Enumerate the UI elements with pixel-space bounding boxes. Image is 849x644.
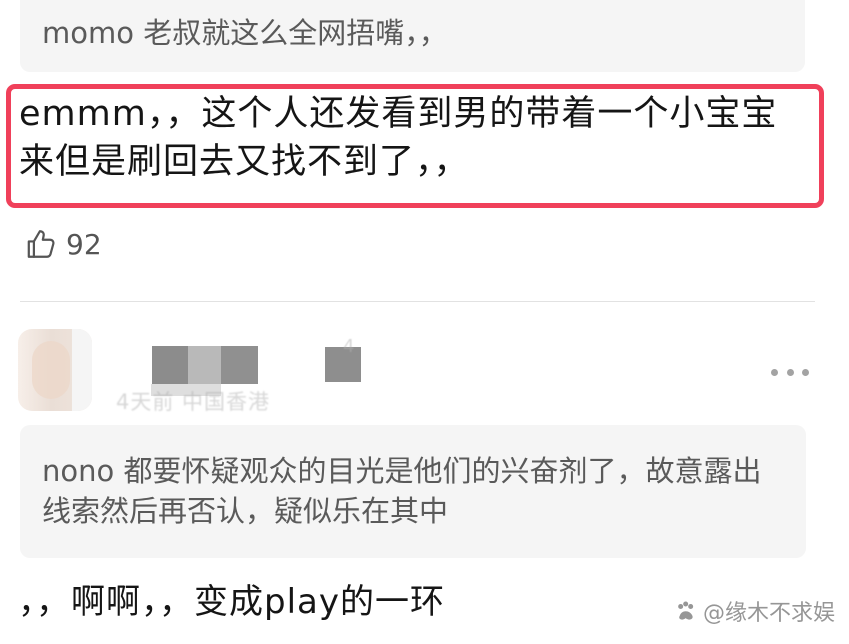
like-count: 92 <box>66 227 102 261</box>
reply-text: ，，啊啊，，变成play的一环 <box>18 582 445 622</box>
paw-logo-icon <box>678 601 694 620</box>
more-horizontal-icon <box>802 368 809 376</box>
watermark: @缘木不求娱 <box>674 595 835 627</box>
blurred-username-block <box>152 346 188 384</box>
blurred-username-block <box>221 346 258 384</box>
quoted-comment-text: momo 老叔就这么全网捂嘴，， <box>42 16 448 50</box>
more-horizontal-icon <box>771 368 778 376</box>
comment-thread-screenshot: momo 老叔就这么全网捂嘴，， emmm，，这个人还发看到男的带着一个小宝宝来… <box>0 0 849 644</box>
highlighted-comment-text: emmm，，这个人还发看到男的带着一个小宝宝来但是刷回去又找不到了，， <box>19 94 778 182</box>
watermark-text: @缘木不求娱 <box>702 601 835 626</box>
blurred-avatar[interactable] <box>18 329 92 411</box>
quoted-reply-text: nono 都要怀疑观众的目光是他们的兴奋剂了，故意露出线索然后再否认，疑似乐在其… <box>42 454 762 528</box>
more-options-button[interactable] <box>771 366 809 378</box>
blurred-name-fragment: 4 <box>343 336 355 357</box>
quoted-comment-top: momo 老叔就这么全网捂嘴，， <box>20 0 805 72</box>
thumb-up-icon <box>27 230 55 258</box>
like-button[interactable]: 92 <box>22 224 102 264</box>
comment-divider <box>20 301 815 302</box>
blurred-time-location: 4天前 中国香港 <box>116 390 271 414</box>
quoted-reply-box: nono 都要怀疑观众的目光是他们的兴奋剂了，故意露出线索然后再否认，疑似乐在其… <box>20 425 806 558</box>
more-horizontal-icon <box>786 368 794 376</box>
blurred-username-block <box>188 346 221 384</box>
